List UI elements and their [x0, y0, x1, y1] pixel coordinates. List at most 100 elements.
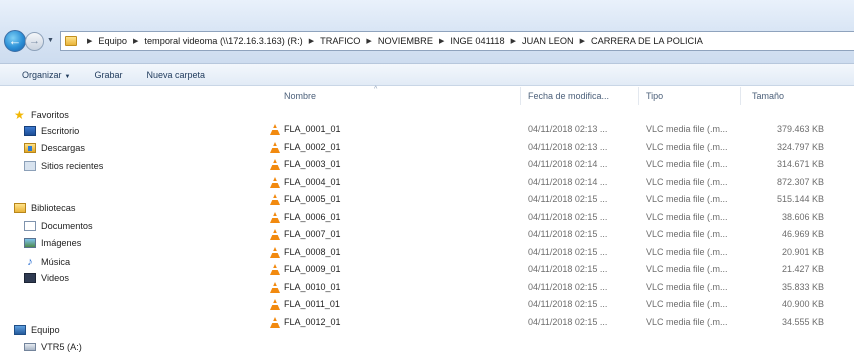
file-type: VLC media file (.m...: [646, 317, 728, 327]
file-date: 04/11/2018 02:13 ...: [528, 142, 608, 152]
chevron-right-icon[interactable]: ▶: [435, 37, 448, 45]
column-divider[interactable]: [520, 87, 521, 105]
new-folder-button[interactable]: Nueva carpeta: [146, 70, 205, 80]
chevron-right-icon[interactable]: ▶: [129, 37, 142, 45]
breadcrumb-network-drive[interactable]: temporal videoma (\\172.16.3.163) (R:): [142, 36, 304, 46]
nav-favorites[interactable]: ★ Favoritos: [14, 109, 69, 121]
file-row[interactable]: FLA_0007_01 04/11/2018 02:15 ... VLC med…: [262, 226, 854, 243]
file-type: VLC media file (.m...: [646, 299, 728, 309]
column-header-size[interactable]: Tamaño: [752, 91, 784, 101]
nav-label: Favoritos: [31, 110, 69, 120]
nav-label: Música: [41, 257, 71, 267]
breadcrumb-equipo[interactable]: Equipo: [96, 36, 129, 46]
file-name: FLA_0011_01: [284, 299, 340, 309]
file-size: 38.606 KB: [781, 212, 824, 222]
breadcrumb-carrera[interactable]: CARRERA DE LA POLICIA: [589, 36, 705, 46]
nav-label: Documentos: [41, 221, 93, 231]
file-row[interactable]: FLA_0010_01 04/11/2018 02:15 ... VLC med…: [262, 279, 854, 296]
file-date: 04/11/2018 02:15 ...: [528, 247, 608, 257]
forward-button[interactable]: →: [25, 32, 44, 51]
nav-documents[interactable]: Documentos: [24, 221, 93, 231]
chevron-right-icon[interactable]: ▶: [305, 37, 318, 45]
file-type: VLC media file (.m...: [646, 229, 728, 239]
nav-label: Equipo: [31, 325, 60, 335]
file-row[interactable]: FLA_0012_01 04/11/2018 02:15 ... VLC med…: [262, 314, 854, 331]
recent-pages-dropdown[interactable]: ▼: [47, 37, 54, 44]
file-size: 40.900 KB: [781, 299, 824, 309]
arrow-left-icon: ←: [8, 33, 22, 48]
nav-drive-a[interactable]: VTR5 (A:): [24, 342, 82, 352]
chevron-right-icon[interactable]: ▶: [362, 37, 375, 45]
organize-button[interactable]: Organizar ▼: [22, 70, 70, 80]
chevron-right-icon[interactable]: ▶: [576, 37, 589, 45]
vlc-file-icon: [270, 317, 280, 328]
column-divider[interactable]: [638, 87, 639, 105]
file-row[interactable]: FLA_0009_01 04/11/2018 02:15 ... VLC med…: [262, 261, 854, 278]
column-divider[interactable]: [740, 87, 741, 105]
nav-label: Imágenes: [41, 238, 82, 248]
arrow-right-icon: →: [29, 35, 40, 47]
nav-computer[interactable]: Equipo: [14, 325, 60, 335]
nav-music[interactable]: ♪ Música: [24, 256, 70, 268]
address-bar[interactable]: ▶ Equipo ▶ temporal videoma (\\172.16.3.…: [60, 31, 854, 51]
file-date: 04/11/2018 02:15 ...: [528, 317, 608, 327]
file-row[interactable]: FLA_0011_01 04/11/2018 02:15 ... VLC med…: [262, 296, 854, 313]
file-row[interactable]: FLA_0004_01 04/11/2018 02:14 ... VLC med…: [262, 174, 854, 191]
breadcrumb-noviembre[interactable]: NOVIEMBRE: [376, 36, 435, 46]
burn-button[interactable]: Grabar: [94, 70, 122, 80]
chevron-down-icon: ▼: [64, 73, 71, 80]
file-row[interactable]: FLA_0006_01 04/11/2018 02:15 ... VLC med…: [262, 209, 854, 226]
chevron-right-icon[interactable]: ▶: [83, 37, 96, 45]
nav-images[interactable]: Imágenes: [24, 238, 81, 248]
file-row[interactable]: FLA_0008_01 04/11/2018 02:15 ... VLC med…: [262, 244, 854, 261]
vlc-file-icon: [270, 247, 280, 258]
vlc-file-icon: [270, 194, 280, 205]
file-type: VLC media file (.m...: [646, 159, 728, 169]
column-header-type[interactable]: Tipo: [646, 91, 663, 101]
music-note-icon: ♪: [27, 256, 33, 268]
file-type: VLC media file (.m...: [646, 247, 728, 257]
downloads-folder-icon: [24, 143, 36, 153]
column-header-name[interactable]: Nombre: [284, 91, 316, 101]
nav-label: Escritorio: [41, 126, 80, 136]
command-bar: Organizar ▼ Grabar Nueva carpeta: [0, 64, 854, 86]
file-size: 314.671 KB: [776, 159, 824, 169]
file-date: 04/11/2018 02:14 ...: [528, 159, 608, 169]
file-date: 04/11/2018 02:15 ...: [528, 194, 608, 204]
nav-label: Sitios recientes: [41, 161, 104, 171]
vlc-file-icon: [270, 142, 280, 153]
nav-desktop[interactable]: Escritorio: [24, 126, 79, 136]
file-name: FLA_0003_01: [284, 159, 341, 169]
file-row[interactable]: FLA_0005_01 04/11/2018 02:15 ... VLC med…: [262, 191, 854, 208]
star-icon: ★: [14, 108, 25, 122]
file-row[interactable]: FLA_0001_01 04/11/2018 02:13 ... VLC med…: [262, 121, 854, 138]
file-date: 04/11/2018 02:15 ...: [528, 299, 608, 309]
file-size: 515.144 KB: [776, 194, 824, 204]
videos-icon: [24, 273, 36, 283]
nav-label: VTR5 (A:): [41, 342, 82, 352]
file-row[interactable]: FLA_0003_01 04/11/2018 02:14 ... VLC med…: [262, 156, 854, 173]
file-size: 872.307 KB: [776, 177, 824, 187]
file-size: 20.901 KB: [781, 247, 824, 257]
file-size: 34.555 KB: [781, 317, 824, 327]
file-type: VLC media file (.m...: [646, 194, 728, 204]
nav-recent-places[interactable]: Sitios recientes: [24, 161, 103, 171]
file-size: 35.833 KB: [781, 282, 824, 292]
nav-libraries[interactable]: Bibliotecas: [14, 203, 75, 213]
back-button[interactable]: ←: [4, 30, 26, 52]
column-header-date[interactable]: Fecha de modifica...: [528, 91, 609, 101]
nav-label: Bibliotecas: [31, 203, 76, 213]
nav-downloads[interactable]: Descargas: [24, 143, 85, 153]
file-row[interactable]: FLA_0002_01 04/11/2018 02:13 ... VLC med…: [262, 139, 854, 156]
breadcrumb-inge[interactable]: INGE 041118: [448, 36, 506, 46]
file-type: VLC media file (.m...: [646, 142, 728, 152]
breadcrumb-juan-leon[interactable]: JUAN LEON: [520, 36, 576, 46]
nav-videos[interactable]: Videos: [24, 273, 69, 283]
folder-icon: [65, 36, 77, 46]
sort-ascending-icon: ^: [374, 86, 378, 93]
chevron-right-icon[interactable]: ▶: [507, 37, 520, 45]
breadcrumb-trafico[interactable]: TRAFICO: [318, 36, 362, 46]
organize-label: Organizar: [22, 69, 62, 80]
file-date: 04/11/2018 02:15 ...: [528, 212, 608, 222]
file-name: FLA_0004_01: [284, 177, 341, 187]
